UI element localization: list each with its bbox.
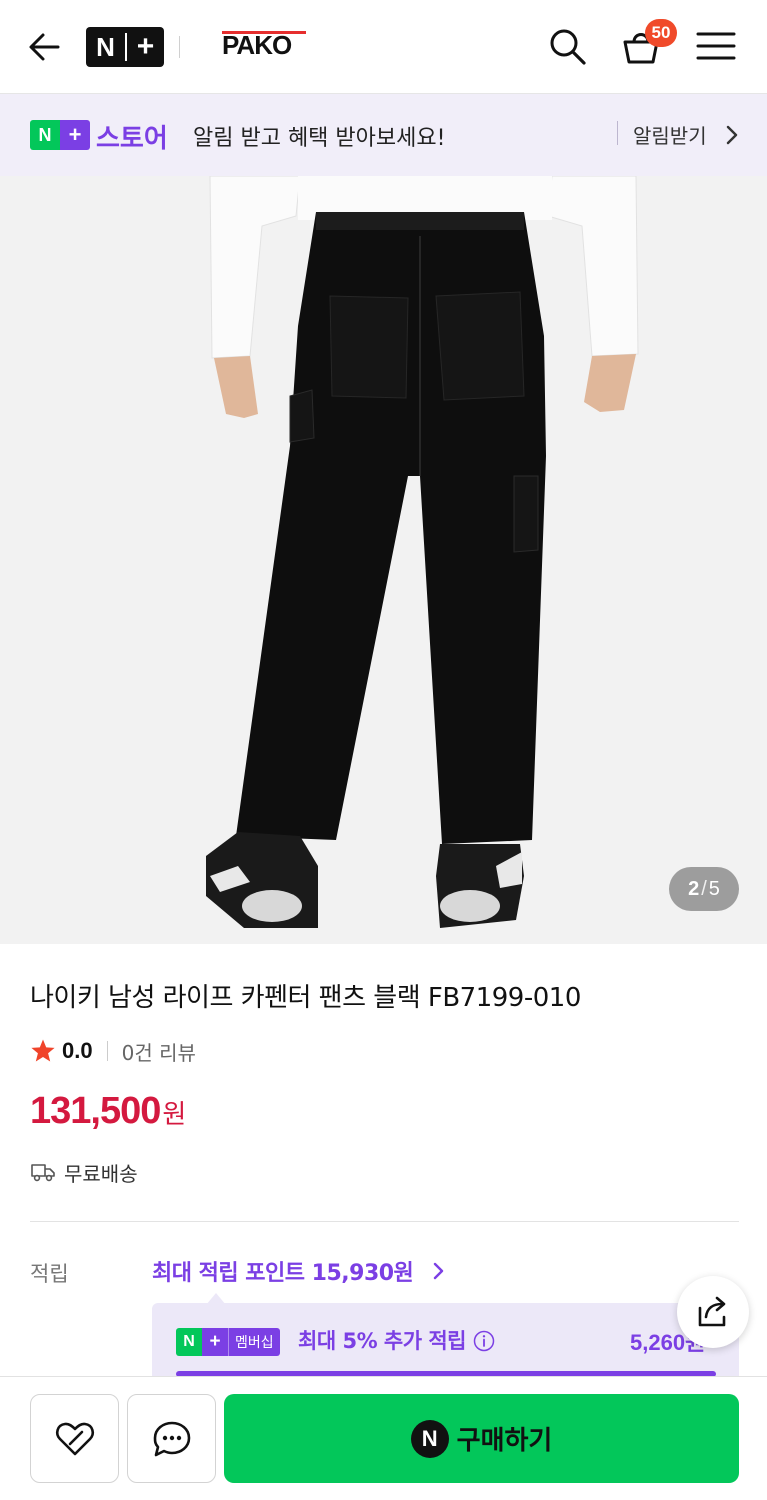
naver-pay-icon: N — [410, 1419, 449, 1458]
points-label: 적립 — [30, 1262, 69, 1286]
review-count-link[interactable]: 0건 리뷰 — [122, 1037, 196, 1066]
max-points-link[interactable]: 최대 적립 포인트 15,930원 — [152, 1255, 414, 1287]
product-photo — [0, 176, 767, 944]
top-header: N + PAKO 50 — [0, 0, 767, 94]
membership-extra-points: 최대 5% 추가 적립 — [298, 1329, 467, 1353]
rating-score: 0.0 — [62, 1038, 93, 1063]
section-divider — [30, 1221, 739, 1222]
cart-count-badge: 50 — [645, 19, 677, 47]
star-icon — [31, 1039, 55, 1062]
truck-icon — [31, 1164, 55, 1182]
chat-bubble-icon — [153, 1421, 190, 1456]
notice-divider — [617, 121, 618, 145]
notice-message: 알림 받고 혜택 받아보세요! — [193, 126, 446, 151]
image-page-indicator: 2/5 — [669, 867, 739, 911]
brand-logo[interactable]: PAKO — [222, 30, 292, 66]
buy-button-label: 구매하기 — [456, 1426, 553, 1456]
notification-subscribe-link[interactable]: 알림받기 — [633, 120, 707, 149]
store-label: 스토어 — [96, 124, 168, 154]
back-arrow-icon[interactable] — [24, 26, 66, 68]
shipping-text: 무료배송 — [64, 1161, 138, 1186]
menu-icon[interactable] — [694, 24, 738, 68]
membership-badge: N + 멤버십 — [176, 1328, 280, 1356]
search-icon[interactable] — [545, 24, 589, 68]
chevron-right-icon — [433, 1262, 444, 1280]
product-image-carousel[interactable] — [0, 176, 767, 944]
chevron-right-icon — [726, 125, 738, 145]
nplus-logo[interactable]: N + — [86, 27, 164, 67]
nplus-logo-plus: + — [136, 30, 155, 63]
share-icon — [698, 1296, 726, 1327]
info-icon[interactable] — [473, 1330, 495, 1352]
talk-chat-button[interactable] — [127, 1394, 216, 1483]
heart-icon — [55, 1422, 94, 1455]
shipping-info: 무료배송 — [30, 1157, 138, 1187]
nplus-logo-n: N — [96, 31, 115, 62]
price-unit: 원 — [162, 1100, 187, 1130]
rating-summary[interactable]: 0.0 0건 리뷰 — [30, 1034, 196, 1068]
nplus-store-badge: N + — [30, 120, 90, 150]
wishlist-button[interactable] — [30, 1394, 119, 1483]
buy-button[interactable]: N 구매하기 — [224, 1394, 739, 1483]
product-title: 나이키 남성 라이프 카펜터 팬츠 블랙 FB7199-010 — [30, 983, 581, 1013]
product-price: 131,500 원 — [30, 1090, 186, 1133]
share-button[interactable] — [677, 1276, 749, 1348]
header-divider — [179, 36, 180, 58]
price-value: 131,500 — [30, 1090, 161, 1132]
